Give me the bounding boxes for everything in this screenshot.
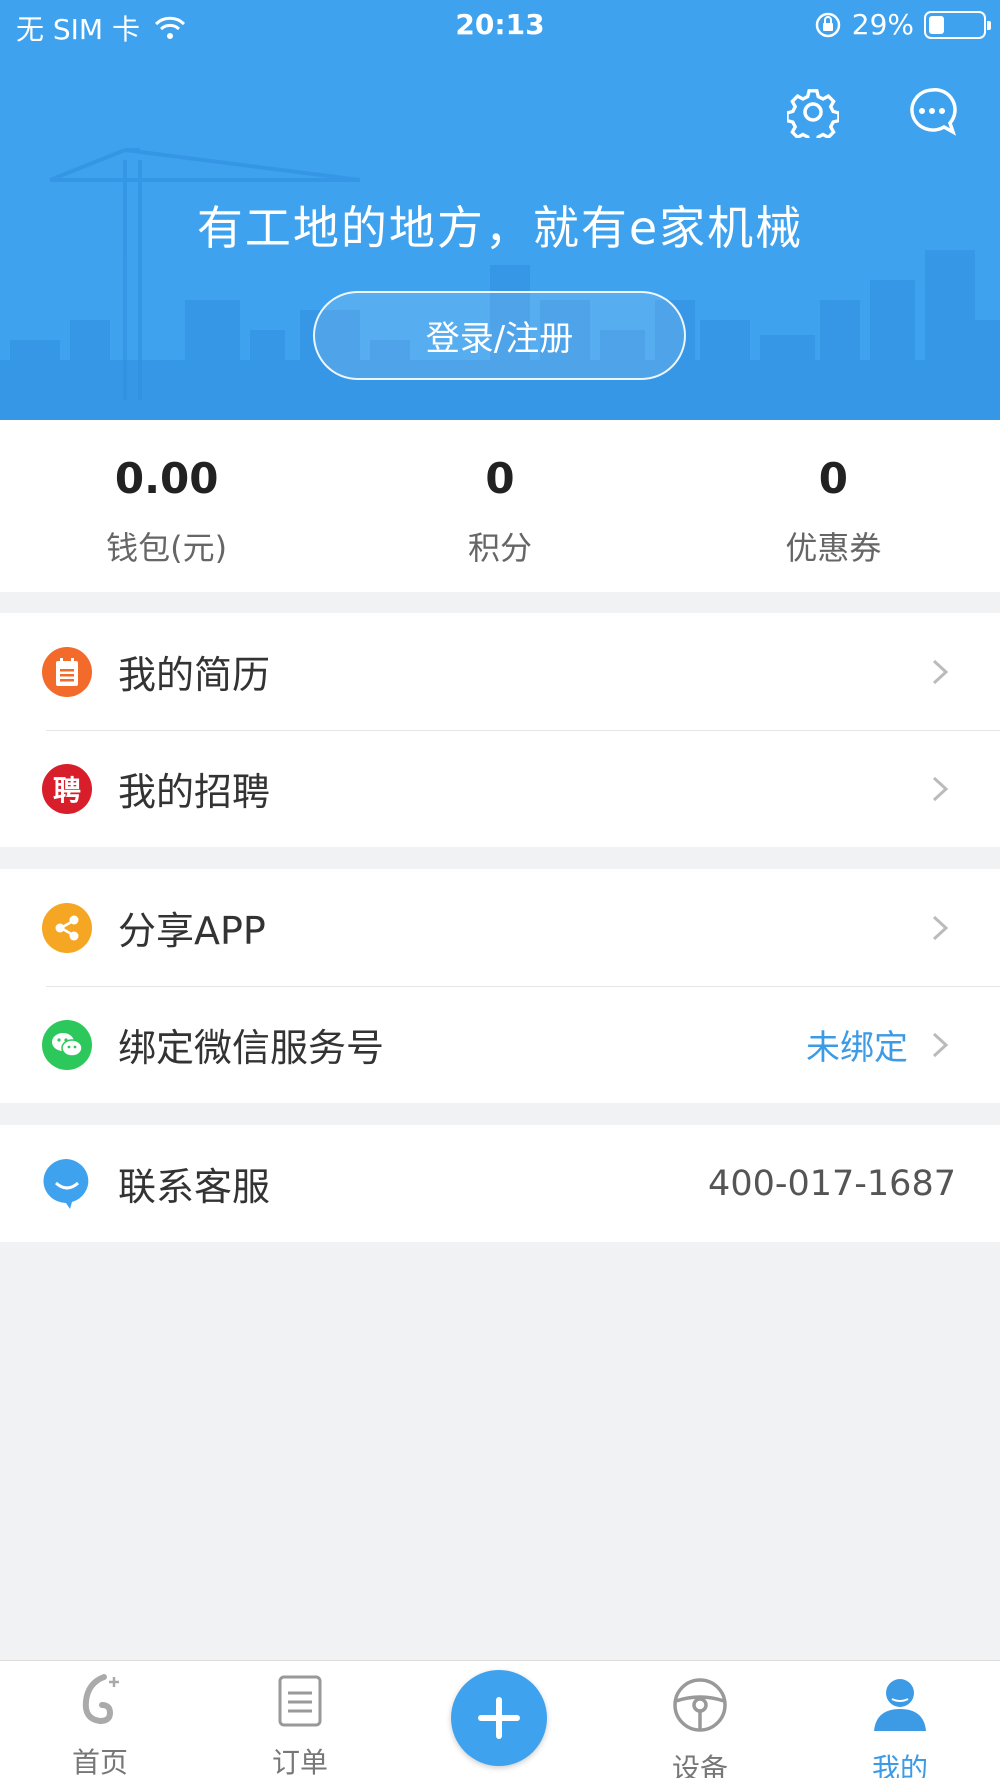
steering-wheel-icon [673, 1678, 727, 1732]
points-label: 积分 [467, 529, 532, 567]
tab-devices[interactable]: 设备 [600, 1661, 800, 1778]
wechat-bind-status: 未绑定 [806, 1028, 908, 1068]
header-slogan: 有工地的地方，就有e家机械 [196, 201, 804, 255]
menu-item-resume[interactable]: 我的简历 [0, 613, 1000, 730]
share-icon [42, 903, 92, 953]
menu-item-customer-service[interactable]: 联系客服 400-017-1687 [0, 1125, 1000, 1242]
wallet-label: 钱包(元) [106, 529, 228, 567]
coupons-value: 0 [818, 454, 848, 503]
wallet-value: 0.00 [114, 454, 219, 503]
chevron-right-icon [932, 915, 949, 941]
tab-label-home: 首页 [71, 1746, 128, 1778]
tab-label-orders: 订单 [271, 1746, 328, 1778]
battery-level [929, 15, 945, 34]
add-fab-button[interactable] [451, 1670, 547, 1766]
menu-group-share: 分享APP 绑定微信服务号 未绑定 [0, 869, 1000, 1103]
rotation-lock-icon [815, 12, 841, 37]
clipboard-icon [278, 1675, 322, 1727]
status-right: 29% [814, 8, 991, 41]
menu-label-recruit: 我的招聘 [118, 770, 271, 814]
battery-icon [924, 10, 991, 39]
tab-label-mine: 我的 [871, 1752, 928, 1778]
recruit-icon: 聘 [42, 764, 92, 814]
hook-icon [82, 1674, 119, 1725]
battery-percent: 29% [851, 8, 914, 41]
gear-icon[interactable] [787, 86, 839, 138]
chat-bubble-icon [42, 1158, 92, 1209]
tab-home[interactable]: 首页 [0, 1661, 200, 1778]
wechat-icon [42, 1020, 92, 1070]
menu-label-share: 分享APP [118, 909, 266, 953]
chevron-right-icon [932, 659, 949, 685]
menu-group-jobs: 我的简历 聘 我的招聘 [0, 613, 1000, 847]
battery-cap [987, 20, 991, 30]
menu-label-service: 联系客服 [118, 1165, 271, 1209]
login-register-button[interactable]: 登录/注册 [313, 291, 686, 380]
chevron-right-icon [932, 1032, 949, 1058]
chat-icon[interactable] [906, 86, 958, 138]
profile-header: 无 SIM 卡 20:13 29% 有工地的地方，就有e家机械 登录/注册 [0, 0, 1000, 420]
resume-icon [42, 647, 92, 697]
wallet-stat[interactable]: 0.00 钱包(元) [0, 420, 333, 592]
menu-item-recruit[interactable]: 聘 我的招聘 [0, 730, 1000, 847]
points-value: 0 [485, 454, 515, 503]
user-icon [874, 1679, 926, 1731]
chevron-right-icon [932, 776, 949, 802]
status-bar: 无 SIM 卡 20:13 29% [0, 0, 1000, 50]
points-stat[interactable]: 0 积分 [333, 420, 666, 592]
coupons-label: 优惠券 [785, 529, 882, 567]
tab-mine[interactable]: 我的 [800, 1661, 1000, 1778]
account-stats: 0.00 钱包(元) 0 积分 0 优惠券 [0, 420, 1000, 592]
menu-group-service: 联系客服 400-017-1687 [0, 1125, 1000, 1242]
service-phone[interactable]: 400-017-1687 [708, 1164, 956, 1204]
plus-icon [478, 1697, 520, 1739]
tab-orders[interactable]: 订单 [200, 1661, 400, 1778]
menu-label-wechat: 绑定微信服务号 [118, 1026, 385, 1070]
menu-item-share[interactable]: 分享APP [0, 869, 1000, 986]
coupons-stat[interactable]: 0 优惠券 [667, 420, 1000, 592]
menu-label-resume: 我的简历 [118, 653, 271, 697]
tab-label-devices: 设备 [671, 1752, 728, 1778]
menu-item-wechat[interactable]: 绑定微信服务号 未绑定 [0, 986, 1000, 1103]
